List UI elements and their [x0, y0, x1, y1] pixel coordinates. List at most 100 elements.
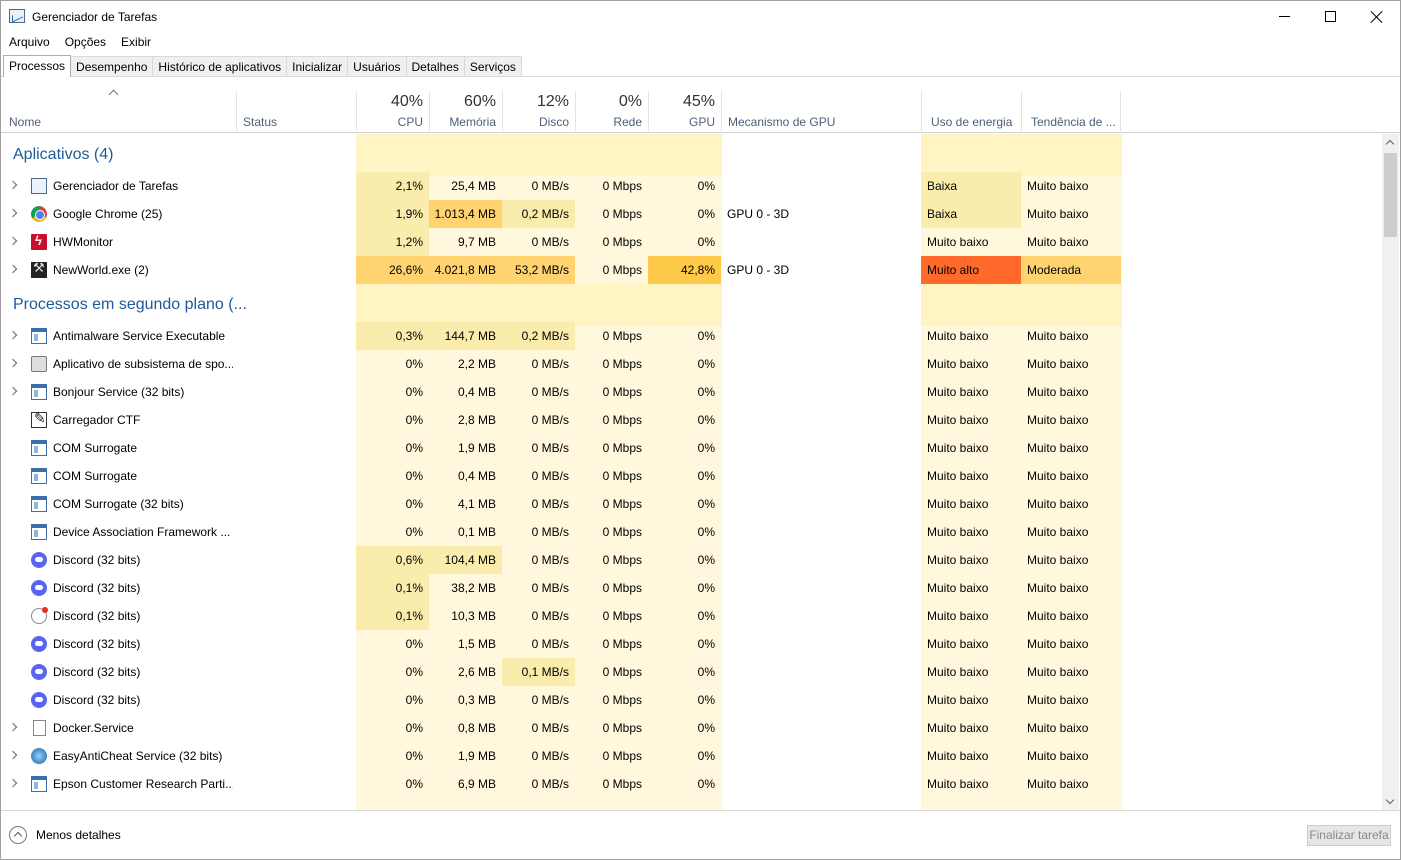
process-row[interactable]: COM Surrogate (32 bits) 0% 4,1 MB 0 MB/s 0 M… — [1, 490, 1381, 518]
chevron-right-icon[interactable] — [8, 208, 18, 218]
menu-opcoes[interactable]: Opções — [57, 32, 113, 52]
menu-arquivo[interactable]: Arquivo — [1, 32, 57, 52]
chevron-right-icon[interactable] — [8, 386, 18, 396]
process-gpu: 0% — [697, 553, 715, 567]
chevron-right-icon[interactable] — [8, 236, 18, 246]
process-mem: 0,3 MB — [457, 693, 496, 707]
header-network[interactable]: 0% Rede — [575, 91, 648, 133]
header-name[interactable]: Nome — [1, 91, 236, 133]
hwmonitor-icon — [31, 233, 47, 250]
chevron-right-icon[interactable] — [8, 180, 18, 190]
process-row[interactable]: NewWorld.exe (2) 26,6%4.021,8 MB53,2 MB/s… — [1, 256, 1381, 284]
chevron-right-icon[interactable] — [8, 330, 18, 340]
tab-historico[interactable]: Histórico de aplicativos — [152, 56, 288, 77]
header-gpu[interactable]: 45% GPU — [648, 91, 721, 133]
process-row[interactable]: Epson Customer Research Parti... 0% 6,9 MB… — [1, 770, 1381, 798]
close-icon — [1370, 10, 1383, 23]
process-row[interactable]: Gerenciador de Tarefas 2,1% 25,4 MB 0 MB/s 0… — [1, 172, 1381, 200]
process-disk: 0 MB/s — [531, 413, 569, 427]
end-task-button[interactable]: Finalizar tarefa — [1307, 825, 1391, 846]
minimize-button[interactable] — [1261, 1, 1307, 32]
header-cpu[interactable]: 40% CPU — [356, 91, 429, 133]
header-status[interactable]: Status — [236, 91, 356, 133]
service-window-icon — [31, 468, 47, 484]
process-disk: 0 MB/s — [531, 235, 569, 249]
process-name: COM Surrogate — [53, 469, 138, 483]
minimize-icon — [1278, 16, 1290, 17]
chevron-right-icon[interactable] — [8, 778, 18, 788]
process-cpu: 0,3% — [356, 322, 429, 350]
process-row[interactable]: Bonjour Service (32 bits) 0% 0,4 MB 0 MB/s 0… — [1, 378, 1381, 406]
process-disk: 0 MB/s — [531, 357, 569, 371]
process-row[interactable]: EasyAntiCheat Service (32 bits) 0% 1,9 MB 0… — [1, 742, 1381, 770]
process-row[interactable]: HWMonitor 1,2% 9,7 MB 0 MB/s 0 Mbps 0% Muito b… — [1, 228, 1381, 256]
process-power-trend: Muito baixo — [1027, 721, 1089, 735]
process-row[interactable]: Carregador CTF 0% 2,8 MB 0 MB/s 0 Mbps 0% Muit… — [1, 406, 1381, 434]
process-row[interactable]: Discord (32 bits) 0% 2,6 MB 0,1 MB/s 0 Mbps 0… — [1, 658, 1381, 686]
column-header: Nome Status 40% CPU 60% Memória 12% Disc… — [1, 77, 1400, 133]
service-window-icon — [31, 328, 47, 344]
footer-bar: Menos detalhes Finalizar tarefa — [1, 810, 1400, 859]
process-name: Epson Customer Research Parti... — [53, 777, 233, 791]
header-disk-label: Disco — [538, 115, 569, 129]
header-power-trend[interactable]: Tendência de ... — [1021, 91, 1121, 133]
tab-inicializar[interactable]: Inicializar — [286, 56, 349, 77]
process-row[interactable]: Discord (32 bits) 0% 1,5 MB 0 MB/s 0 Mbps 0% M… — [1, 630, 1381, 658]
process-row[interactable]: Discord (32 bits) 0,1% 38,2 MB 0 MB/s 0 Mbps… — [1, 574, 1381, 602]
header-memory[interactable]: 60% Memória — [429, 91, 502, 133]
scroll-down-icon[interactable] — [1382, 793, 1399, 810]
apps-group-row[interactable]: Aplicativos (4) — [1, 134, 1381, 176]
process-row[interactable]: Discord (32 bits) 0% 0,3 MB 0 MB/s 0 Mbps 0% M… — [1, 686, 1381, 714]
process-disk: 0 MB/s — [531, 441, 569, 455]
menu-bar: Arquivo Opções Exibir — [1, 32, 158, 52]
process-row[interactable]: COM Surrogate 0% 1,9 MB 0 MB/s 0 Mbps 0% Muito… — [1, 434, 1381, 462]
maximize-button[interactable] — [1307, 1, 1353, 32]
process-name: Device Association Framework ... — [53, 525, 231, 539]
tab-processos[interactable]: Processos — [3, 55, 72, 77]
tab-strip: Processos Desempenho Histórico de aplica… — [3, 55, 522, 77]
chevron-right-icon[interactable] — [8, 264, 18, 274]
header-disk-percent: 12% — [536, 93, 569, 110]
process-row[interactable]: Antimalware Service Executable 0,3% 144,7 … — [1, 322, 1381, 350]
process-disk: 0 MB/s — [531, 581, 569, 595]
chevron-right-icon[interactable] — [8, 750, 18, 760]
menu-exibir[interactable]: Exibir — [113, 32, 158, 52]
process-row[interactable]: Aplicativo de subsistema de spo... 0% 2,2 … — [1, 350, 1381, 378]
process-gpu: 0% — [697, 385, 715, 399]
process-row[interactable]: Discord (32 bits) 0,6% 104,4 MB 0 MB/s 0 Mbp… — [1, 546, 1381, 574]
tab-detalhes[interactable]: Detalhes — [405, 56, 465, 77]
header-power-usage[interactable]: Uso de energia — [921, 91, 1021, 133]
scroll-thumb[interactable] — [1384, 153, 1397, 237]
header-disk[interactable]: 12% Disco — [502, 91, 575, 133]
process-disk: 0 MB/s — [531, 693, 569, 707]
process-row[interactable]: Google Chrome (25) 1,9% 1.013,4 MB 0,2 MB/s… — [1, 200, 1381, 228]
process-gpu-engine — [721, 228, 921, 256]
process-row[interactable]: Discord (32 bits) 0,1% 10,3 MB 0 MB/s 0 Mbps… — [1, 602, 1381, 630]
close-button[interactable] — [1353, 1, 1399, 32]
process-disk: 0 MB/s — [531, 469, 569, 483]
process-power-usage: Muito baixo — [927, 497, 989, 511]
tab-desempenho[interactable]: Desempenho — [70, 56, 154, 77]
process-row[interactable]: Docker.Service 0% 0,8 MB 0 MB/s 0 Mbps 0% Muit… — [1, 714, 1381, 742]
process-power-usage: Muito baixo — [927, 441, 989, 455]
process-cpu: 0,1% — [356, 574, 429, 602]
process-row[interactable]: COM Surrogate 0% 0,4 MB 0 MB/s 0 Mbps 0% Muito… — [1, 462, 1381, 490]
process-cpu: 0% — [405, 525, 423, 539]
process-name: Carregador CTF — [53, 413, 141, 427]
header-gpu-engine[interactable]: Mecanismo de GPU — [721, 91, 921, 133]
less-details-button[interactable]: Menos detalhes — [9, 825, 121, 845]
process-gpu: 0% — [697, 235, 715, 249]
process-power-usage: Muito baixo — [927, 693, 989, 707]
chevron-right-icon[interactable] — [8, 358, 18, 368]
chevron-right-icon[interactable] — [8, 722, 18, 732]
tab-usuarios[interactable]: Usuários — [347, 56, 407, 77]
tab-servicos[interactable]: Serviços — [463, 56, 522, 77]
scroll-up-icon[interactable] — [1382, 134, 1399, 151]
process-row[interactable]: Device Association Framework ... 0% 0,1 MB… — [1, 518, 1381, 546]
background-group-row[interactable]: Processos em segundo plano (... — [1, 284, 1381, 326]
process-net: 0 Mbps — [602, 413, 642, 427]
process-cpu: 0% — [405, 693, 423, 707]
vertical-scrollbar[interactable] — [1382, 134, 1399, 810]
process-power-trend: Muito baixo — [1027, 329, 1089, 343]
process-mem: 4,1 MB — [457, 497, 496, 511]
